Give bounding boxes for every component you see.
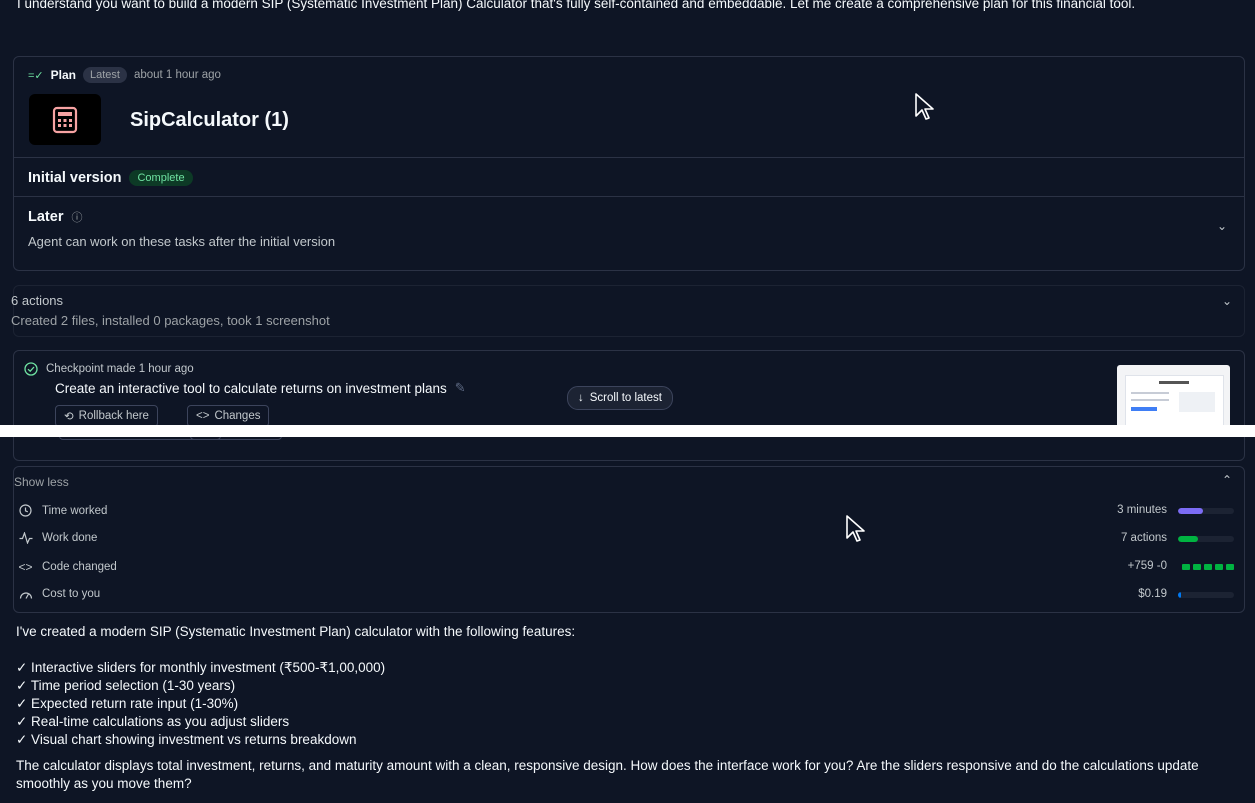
clock-icon bbox=[18, 504, 33, 517]
feature-list: ✓ Interactive sliders for monthly invest… bbox=[16, 659, 385, 749]
chat-panel-bottom: Show less ⌃ Time worked 3 minutes Work d… bbox=[0, 437, 1255, 803]
checkpoint-header: Checkpoint made 1 hour ago bbox=[24, 362, 194, 376]
scroll-to-latest-label: Scroll to latest bbox=[589, 392, 662, 404]
feature-item: ✓ Visual chart showing investment vs ret… bbox=[16, 732, 357, 747]
code-icon: <> bbox=[18, 560, 33, 574]
intro-message: I understand you want to build a modern … bbox=[17, 0, 1136, 11]
pencil-icon[interactable]: ✎ bbox=[455, 380, 466, 396]
code-icon: <> bbox=[196, 410, 210, 422]
checkpoint-card-partial bbox=[13, 437, 1245, 461]
screenshot-seam bbox=[0, 425, 1255, 437]
stat-code-changed: <> Code changed +759 -0 bbox=[14, 557, 1244, 579]
actions-summary[interactable]: 6 actions Created 2 files, installed 0 p… bbox=[11, 285, 1245, 337]
later-title: Later bbox=[28, 209, 64, 225]
stat-value: 7 actions bbox=[1120, 532, 1167, 544]
rollback-label: Rollback here bbox=[78, 410, 149, 422]
show-less-toggle[interactable]: Show less bbox=[14, 475, 69, 489]
diff-squares bbox=[1182, 564, 1234, 570]
actions-count: 6 actions bbox=[11, 293, 64, 308]
stat-label: Code changed bbox=[42, 561, 117, 573]
plan-header: =✓ Plan Latest about 1 hour ago bbox=[28, 67, 221, 83]
checkpoint-description-row: Create an interactive tool to calculate … bbox=[55, 380, 466, 396]
stat-value: 3 minutes bbox=[1117, 504, 1167, 516]
checkpoint-description: Create an interactive tool to calculate … bbox=[55, 380, 447, 396]
app-title[interactable]: SipCalculator (1) bbox=[130, 109, 289, 132]
progress-bar bbox=[1178, 592, 1234, 598]
calculator-icon bbox=[29, 94, 101, 145]
activity-icon bbox=[18, 532, 33, 544]
chevron-up-icon[interactable]: ⌃ bbox=[1222, 473, 1232, 487]
progress-bar bbox=[1178, 536, 1234, 542]
scroll-to-latest-button[interactable]: ↓ Scroll to latest bbox=[567, 386, 673, 410]
stat-work-done: Work done 7 actions bbox=[14, 529, 1244, 551]
screenshot-thumbnail[interactable] bbox=[1117, 365, 1230, 425]
later-row[interactable]: Later ⓘ bbox=[28, 209, 82, 225]
check-circle-icon bbox=[24, 362, 38, 376]
stat-label: Time worked bbox=[42, 504, 108, 517]
mouse-cursor-icon bbox=[846, 515, 865, 542]
feature-item: ✓ Time period selection (1-30 years) bbox=[16, 678, 236, 693]
changes-button[interactable]: <> Changes bbox=[187, 405, 270, 425]
info-icon: ⓘ bbox=[71, 212, 83, 224]
changes-label: Changes bbox=[214, 410, 261, 422]
stat-value: $0.19 bbox=[1138, 588, 1167, 600]
actions-details: Created 2 files, installed 0 packages, t… bbox=[11, 313, 330, 328]
rollback-icon: ⟲ bbox=[64, 411, 74, 423]
stat-cost: Cost to you $0.19 bbox=[14, 585, 1244, 607]
usage-stats-card: Show less ⌃ Time worked 3 minutes Work d… bbox=[13, 466, 1245, 613]
arrow-down-icon: ↓ bbox=[578, 392, 584, 404]
rollback-button[interactable]: ⟲ Rollback here bbox=[55, 405, 158, 425]
chevron-down-icon[interactable]: ⌄ bbox=[1222, 294, 1232, 308]
progress-bar bbox=[1178, 508, 1234, 514]
complete-badge: Complete bbox=[129, 170, 193, 186]
plan-label: Plan bbox=[50, 68, 76, 82]
feature-item: ✓ Expected return rate input (1-30%) bbox=[16, 696, 239, 711]
checkpoint-time: Checkpoint made 1 hour ago bbox=[46, 363, 194, 375]
reply-closing: The calculator displays total investment… bbox=[16, 758, 1199, 791]
feature-item: ✓ Real-time calculations as you adjust s… bbox=[16, 714, 290, 729]
reply-lead: I've created a modern SIP (Systematic In… bbox=[16, 624, 576, 639]
stat-label: Cost to you bbox=[42, 588, 101, 600]
chat-panel-top: I understand you want to build a modern … bbox=[0, 0, 1255, 426]
stat-label: Work done bbox=[42, 532, 98, 544]
stat-value: +759 -0 bbox=[1127, 560, 1167, 572]
chevron-down-icon[interactable]: ⌄ bbox=[1217, 219, 1227, 233]
stat-time-worked: Time worked 3 minutes bbox=[14, 501, 1244, 523]
plan-time: about 1 hour ago bbox=[133, 69, 221, 81]
gauge-icon bbox=[18, 589, 33, 600]
mouse-cursor-icon bbox=[915, 93, 934, 120]
plan-icon: =✓ bbox=[28, 69, 44, 82]
initial-version-title: Initial version bbox=[28, 170, 122, 186]
feature-item: ✓ Interactive sliders for monthly invest… bbox=[16, 660, 386, 675]
plan-card: =✓ Plan Latest about 1 hour ago SipCalcu… bbox=[13, 56, 1245, 271]
later-description: Agent can work on these tasks after the … bbox=[28, 234, 336, 249]
initial-version-row: Initial version Complete bbox=[28, 170, 193, 186]
divider bbox=[14, 157, 1244, 158]
divider bbox=[14, 196, 1244, 197]
latest-badge: Latest bbox=[82, 67, 127, 83]
